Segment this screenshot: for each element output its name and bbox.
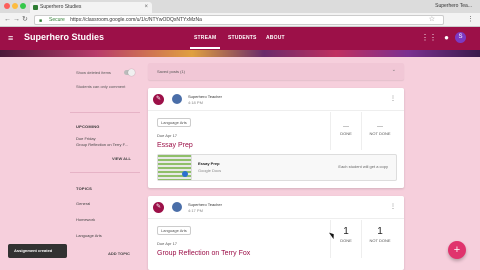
minimize-window-icon[interactable]	[12, 3, 18, 9]
assignment-title[interactable]: Group Reflection on Terry Fox	[157, 250, 250, 257]
class-banner-image	[0, 50, 480, 57]
show-deleted-toggle[interactable]	[124, 69, 135, 76]
due-date: Due Apr 17	[157, 133, 178, 138]
upcoming-due-date: Due Friday	[76, 136, 96, 141]
due-date: Due Apr 17	[157, 241, 178, 246]
apps-grid-icon[interactable]: ⋮⋮	[421, 33, 437, 42]
add-topic-button[interactable]: ADD TOPIC	[108, 251, 130, 256]
copy-setting: Each student will get a copy	[338, 164, 388, 169]
stats-divider	[361, 112, 362, 150]
post-time: 4:17 PM	[188, 208, 203, 213]
attachment-title: Essay Prep	[198, 161, 220, 166]
tab-students[interactable]: STUDENTS	[228, 35, 257, 41]
done-stat[interactable]: --- DONE	[331, 123, 361, 136]
lock-icon: ■	[39, 18, 43, 24]
docs-icon	[182, 171, 188, 177]
maximize-window-icon[interactable]	[20, 3, 26, 9]
topics-heading: TOPICS	[76, 186, 93, 191]
done-label: DONE	[340, 131, 352, 136]
card-divider	[148, 110, 404, 111]
not-done-label: NOT DONE	[369, 238, 391, 243]
notifications-icon[interactable]: ●	[444, 33, 449, 42]
post-time: 4:18 PM	[188, 100, 203, 105]
teacher-avatar	[172, 202, 182, 212]
classroom-favicon-icon	[33, 5, 38, 10]
class-title: Superhero Studies	[24, 32, 105, 42]
card-divider	[148, 218, 404, 219]
url-input[interactable]: ■ Secure https://classroom.google.com/u/…	[34, 15, 444, 25]
post-author: Superhero Teacher	[188, 94, 222, 99]
show-deleted-label: Show deleted items	[76, 70, 111, 75]
assignment-card[interactable]: ✎ Superhero Teacher 4:17 PM ⋮ Language A…	[148, 196, 404, 270]
view-all-link[interactable]: VIEW ALL	[112, 156, 131, 161]
upcoming-heading: UPCOMING	[76, 124, 100, 129]
sidebar-divider	[70, 112, 140, 113]
topic-general[interactable]: General	[76, 201, 90, 206]
attachment-card[interactable]: Essay Prep Google Docs Each student will…	[157, 154, 397, 181]
url-text: https://classroom.google.com/u/1/c/NTYwO…	[70, 17, 202, 23]
secure-label: Secure	[49, 17, 65, 23]
topic-homework[interactable]: Homework	[76, 217, 95, 222]
tab-about[interactable]: ABOUT	[266, 35, 285, 41]
not-done-count: 1	[377, 226, 383, 237]
assignment-icon: ✎	[153, 202, 164, 213]
browser-tab[interactable]: Superhero Studies ×	[30, 2, 152, 13]
browser-tab-bar: Superhero Studies × Superhero Tea...	[0, 0, 480, 13]
hamburger-menu-icon[interactable]: ≡	[8, 33, 13, 43]
app-header: ≡ Superhero Studies STREAM STUDENTS ABOU…	[0, 27, 480, 50]
document-thumbnail	[158, 155, 192, 180]
sidebar-divider	[70, 172, 140, 173]
forward-arrow-icon[interactable]: →	[13, 15, 20, 25]
reload-icon[interactable]: ↻	[22, 15, 28, 25]
not-done-stat[interactable]: --- NOT DONE	[365, 123, 395, 136]
snackbar-message: Assignment created	[8, 244, 67, 258]
tab-close-icon[interactable]: ×	[144, 2, 148, 13]
comment-setting-note: Students can only comment	[76, 84, 126, 89]
not-done-count: ---	[377, 124, 383, 130]
post-author: Superhero Teacher	[188, 202, 222, 207]
not-done-label: NOT DONE	[369, 131, 391, 136]
not-done-stat[interactable]: 1 NOT DONE	[365, 226, 395, 243]
topic-chip: Language Arts	[157, 118, 191, 127]
topic-chip: Language Arts	[157, 226, 191, 235]
done-count: ---	[343, 124, 349, 130]
topic-language-arts[interactable]: Language Arts	[76, 233, 102, 238]
more-options-icon[interactable]: ⋮	[390, 203, 396, 210]
done-label: DONE	[340, 238, 352, 243]
close-window-icon[interactable]	[4, 3, 10, 9]
assignment-card[interactable]: ✎ Superhero Teacher 4:18 PM ⋮ Language A…	[148, 88, 404, 188]
browser-tab-title: Superhero Studies	[40, 4, 82, 10]
browser-menu-icon[interactable]: ⋮	[467, 15, 474, 25]
done-stat[interactable]: 1 DONE	[331, 226, 361, 243]
saved-posts-bar[interactable]: Saved posts (1) ⌄	[148, 63, 404, 80]
browser-address-bar: ← → ↻ ■ Secure https://classroom.google.…	[0, 13, 480, 27]
attachment-type: Google Docs	[198, 168, 222, 173]
bookmark-star-icon[interactable]: ☆	[429, 16, 435, 24]
chevron-down-icon[interactable]: ⌄	[392, 67, 396, 73]
stats-divider	[361, 220, 362, 258]
tab-stream[interactable]: STREAM	[189, 35, 221, 49]
browser-profile-name[interactable]: Superhero Tea...	[435, 2, 472, 11]
assignment-title[interactable]: Essay Prep	[157, 142, 193, 149]
saved-posts-label: Saved posts (1)	[157, 69, 186, 74]
teacher-avatar	[172, 94, 182, 104]
show-deleted-row: Show deleted items	[76, 69, 136, 76]
add-post-button[interactable]: +	[448, 241, 466, 259]
upcoming-item-link[interactable]: Group Reflection on Terry F...	[76, 142, 128, 147]
more-options-icon[interactable]: ⋮	[390, 95, 396, 102]
assignment-icon: ✎	[153, 94, 164, 105]
avatar[interactable]: S	[455, 32, 466, 43]
back-arrow-icon[interactable]: ←	[4, 15, 11, 25]
